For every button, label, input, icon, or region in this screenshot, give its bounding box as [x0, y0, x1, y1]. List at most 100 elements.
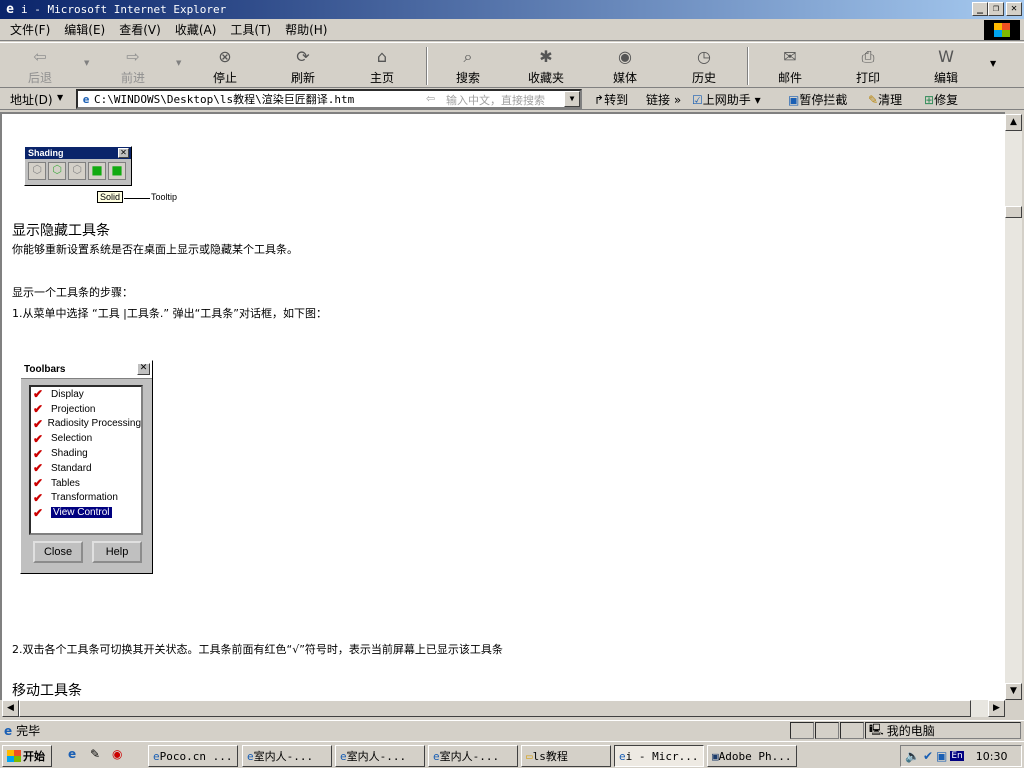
zone-text: 我的电脑	[886, 724, 935, 738]
search-icon: ⌕	[463, 47, 473, 66]
repair-button[interactable]: ⊞修复	[924, 91, 958, 108]
toolbar-separator	[426, 47, 428, 85]
quicklaunch-ie-icon[interactable]: e	[68, 747, 76, 761]
task-photoshop[interactable]: ▣ Adobe Ph...	[707, 745, 797, 767]
history-button[interactable]: ◷ 历史	[674, 47, 734, 86]
list-item: ✔ Display	[33, 387, 84, 402]
status-pane	[815, 722, 839, 739]
task-shineiren-3[interactable]: e 室内人-...	[428, 745, 518, 767]
quicklaunch-desktop-icon[interactable]: ✎	[90, 747, 100, 761]
tray-check-icon[interactable]: ✔	[923, 749, 933, 763]
list-item-selected: ✔ View Control	[33, 505, 112, 520]
links-button[interactable]: 链接 »	[646, 91, 681, 108]
go-button[interactable]: ↱转到	[594, 91, 628, 108]
list-item: ✔ Standard	[33, 461, 92, 476]
ie-icon: e	[433, 749, 440, 763]
standard-toolbar: ⇦ 后退 ▼ ⇨ 前进 ▼ ⊗ 停止 ⟳ 刷新 ⌂ 主页 ⌕ 搜索 ✱ 收藏夹 ◉ 媒体 ◷ 历史…	[0, 42, 1024, 88]
red-check-icon: ✔	[33, 387, 44, 402]
address-url: C:\WINDOWS\Desktop\ls教程\渲染巨匠翻译.htm	[94, 93, 355, 106]
heading-show-hide: 显示隐藏工具条	[12, 223, 110, 239]
menu-view[interactable]: 查看(V)	[113, 21, 169, 38]
computer-icon: 🖳	[869, 723, 884, 736]
horizontal-scrollbar[interactable]: ◀ ▶	[2, 700, 1005, 717]
forward-dropdown-icon[interactable]: ▼	[176, 59, 181, 67]
address-label-dropdown-icon[interactable]: ▼	[57, 93, 63, 102]
task-ie-current[interactable]: ei - Micr...	[614, 745, 704, 767]
toolbar-overflow-icon[interactable]: ▼	[990, 59, 996, 68]
start-button[interactable]: 开始	[2, 745, 52, 767]
list-item: ✔ Projection	[33, 402, 96, 417]
clean-button[interactable]: ✎清理	[868, 91, 902, 108]
quicklaunch-media-icon[interactable]: ◉	[112, 747, 122, 761]
menu-tools[interactable]: 工具(T)	[224, 21, 279, 38]
red-check-icon: ✔	[33, 416, 44, 431]
search-button[interactable]: ⌕ 搜索	[438, 47, 498, 86]
print-button[interactable]: ⎙ 打印	[838, 47, 898, 86]
clock: 10:30	[975, 749, 1008, 763]
shading-toolbar-image: Shading ✕ ⬡ ⬡ ⬡ ■ ■	[24, 146, 132, 186]
task-shineiren-1[interactable]: e 室内人-...	[242, 745, 332, 767]
scroll-left-icon[interactable]: ◀	[2, 700, 19, 717]
outline-icon: ⬡	[68, 162, 86, 180]
minimize-button[interactable]: _	[972, 2, 988, 16]
broom-icon: ✎	[868, 93, 879, 107]
status-pane	[840, 722, 864, 739]
ie-icon: e	[153, 749, 160, 763]
volume-icon[interactable]: 🔈	[905, 749, 920, 763]
stop-button[interactable]: ⊗ 停止	[195, 47, 255, 86]
hscroll-thumb[interactable]	[19, 700, 971, 717]
task-shineiren-2[interactable]: e 室内人-...	[335, 745, 425, 767]
task-poco[interactable]: e Poco.cn ...	[148, 745, 238, 767]
menu-help[interactable]: 帮助(H)	[279, 21, 335, 38]
menu-file[interactable]: 文件(F)	[4, 21, 58, 38]
edit-button[interactable]: W 编辑	[916, 47, 976, 86]
vertical-scrollbar[interactable]: ▲ ▼	[1005, 114, 1022, 700]
title-bar[interactable]: e i - Microsoft Internet Explorer _ ❐ ✕	[0, 0, 1024, 19]
forward-arrow-icon: ⇨	[126, 47, 140, 66]
list-item: ✔ Shading	[33, 446, 88, 461]
address-input[interactable]: e C:\WINDOWS\Desktop\ls教程\渲染巨匠翻译.htm ⇦ 输…	[76, 89, 582, 109]
toolbar-separator	[747, 47, 749, 85]
checkbox-icon: ☑	[692, 93, 703, 107]
scroll-thumb[interactable]	[1005, 206, 1022, 218]
menu-edit[interactable]: 编辑(E)	[58, 21, 113, 38]
paragraph-intro: 你能够重新设置系统是否在桌面上显示或隐藏某个工具条。	[12, 243, 298, 256]
printer-icon: ⎙	[861, 47, 875, 66]
ie-icon: e	[6, 2, 14, 17]
address-dropdown-icon[interactable]: ▼	[564, 91, 580, 107]
back-dropdown-icon[interactable]: ▼	[84, 59, 89, 67]
refresh-button[interactable]: ⟳ 刷新	[273, 47, 333, 86]
zone-pane: 🖳 我的电脑	[865, 722, 1021, 739]
home-button[interactable]: ⌂ 主页	[352, 47, 412, 86]
media-icon: ◉	[618, 47, 632, 66]
mail-button[interactable]: ✉ 邮件	[760, 47, 820, 86]
menu-favorites[interactable]: 收藏(A)	[169, 21, 225, 38]
home-icon: ⌂	[376, 47, 388, 66]
scroll-down-icon[interactable]: ▼	[1005, 683, 1022, 700]
back-button[interactable]: ⇦ 后退	[10, 47, 70, 86]
red-check-icon: ✔	[33, 431, 44, 446]
dialog-help-button: Help	[92, 541, 142, 563]
page-content: Shading ✕ ⬡ ⬡ ⬡ ■ ■ Solid Tooltip 显示隐藏工具…	[0, 112, 1005, 700]
restore-button[interactable]: ❐	[988, 2, 1004, 16]
block-popup-button[interactable]: ▣暂停拦截	[788, 91, 847, 108]
paragraph-step1: 1.从菜单中选择 “工具 |工具条.” 弹出“工具条”对话框，如下图：	[12, 307, 327, 320]
toolbars-dialog-image: Toolbars ✕ ✔ Display ✔ Projection ✔ Radiosi…	[20, 360, 153, 574]
toolbars-close-icon: ✕	[137, 363, 150, 375]
inline-search-placeholder: 输入中文，直接搜索	[446, 94, 545, 107]
scroll-right-icon[interactable]: ▶	[988, 700, 1005, 717]
task-ls-folder[interactable]: ▭ ls教程	[521, 745, 611, 767]
shading-buttons: ⬡ ⬡ ⬡ ■ ■	[25, 159, 131, 183]
close-button[interactable]: ✕	[1006, 2, 1022, 16]
language-indicator[interactable]: En	[950, 751, 964, 761]
favorites-button[interactable]: ✱ 收藏夹	[516, 47, 576, 86]
folder-icon: ▭	[526, 749, 533, 763]
scroll-corner	[1005, 700, 1022, 717]
scroll-up-icon[interactable]: ▲	[1005, 114, 1022, 131]
media-button[interactable]: ◉ 媒体	[595, 47, 655, 86]
forward-button[interactable]: ⇨ 前进	[103, 47, 163, 86]
red-check-icon: ✔	[33, 505, 44, 520]
list-item: ✔ Selection	[33, 431, 93, 446]
tray-window-icon[interactable]: ▣	[936, 749, 947, 763]
assistant-button[interactable]: ☑上网助手 ▾	[692, 91, 761, 108]
